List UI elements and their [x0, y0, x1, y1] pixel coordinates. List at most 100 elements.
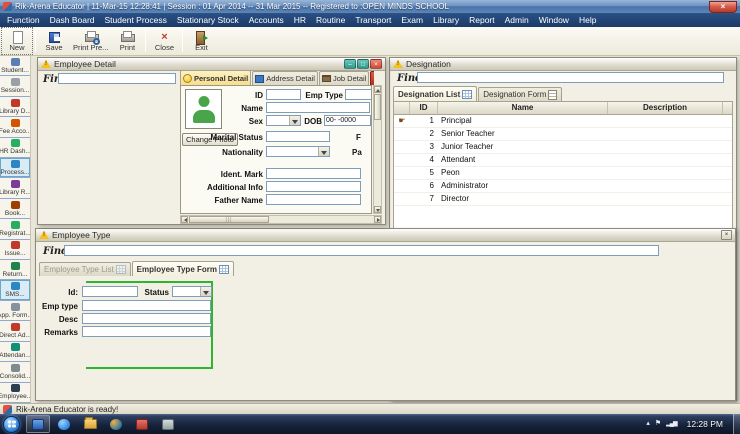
close-button[interactable]: × Close: [149, 28, 179, 54]
emp-type-input[interactable]: [345, 89, 372, 100]
sidebar-item-library-dashboard[interactable]: Library D...: [0, 97, 30, 117]
process-icon: [11, 160, 20, 168]
tab-designation-list[interactable]: Designation List: [393, 86, 477, 101]
find-input[interactable]: [417, 72, 724, 83]
marital-status-input[interactable]: [266, 131, 330, 142]
close-button[interactable]: ×: [721, 230, 732, 240]
tab-personal-detail[interactable]: Personal Detail: [180, 70, 251, 85]
minimize-button[interactable]: –: [344, 59, 356, 69]
menu-student-process[interactable]: Student Process: [100, 14, 172, 27]
tab-designation-form[interactable]: Designation Form: [478, 87, 562, 101]
menu-hr[interactable]: HR: [289, 14, 311, 27]
tab-employee-type-list[interactable]: Employee Type List: [39, 262, 131, 276]
sidebar-item-sms[interactable]: SMS...: [0, 280, 30, 300]
sidebar-item-hr-dashboard[interactable]: HR Dash...: [0, 138, 30, 158]
scroll-down-arrow[interactable]: [374, 206, 381, 213]
menu-library[interactable]: Library: [428, 14, 464, 27]
taskbar-app-media-player[interactable]: [104, 415, 128, 433]
desc-input[interactable]: [82, 313, 211, 324]
document-app-icon: [136, 419, 148, 430]
dob-input[interactable]: 00- -0000: [324, 115, 371, 126]
taskbar-app-browser[interactable]: [52, 415, 76, 433]
taskbar-app-educator[interactable]: [26, 415, 50, 433]
menu-help[interactable]: Help: [574, 14, 601, 27]
designation-titlebar[interactable]: Designation: [390, 58, 736, 71]
start-button[interactable]: [3, 416, 20, 433]
menu-report[interactable]: Report: [464, 14, 500, 27]
sidebar-item-fee-account[interactable]: Fee Acco...: [0, 117, 30, 137]
id-input[interactable]: [266, 89, 301, 100]
table-row[interactable]: 6 Administrator: [394, 180, 732, 193]
name-input[interactable]: [266, 102, 370, 113]
show-hidden-icons-arrow[interactable]: ▴: [646, 415, 650, 433]
menu-transport[interactable]: Transport: [350, 14, 396, 27]
taskbar-app-utility[interactable]: [156, 415, 180, 433]
scroll-thumb[interactable]: |||: [189, 216, 269, 223]
tab-job-detail[interactable]: Job Detail: [319, 71, 369, 85]
print-button[interactable]: Print: [112, 28, 142, 54]
tab-overflow-red[interactable]: [370, 71, 374, 85]
sidebar-item-employee[interactable]: Employee...: [0, 383, 30, 403]
sex-select[interactable]: [266, 115, 301, 126]
action-center-flag-icon[interactable]: ⚑: [655, 415, 661, 433]
find-input[interactable]: [64, 245, 659, 256]
tab-address-detail[interactable]: Address Detail: [252, 71, 318, 85]
menu-exam[interactable]: Exam: [396, 14, 428, 27]
save-button[interactable]: Save: [39, 28, 69, 54]
remarks-input[interactable]: [82, 326, 211, 337]
network-signal-icon[interactable]: ▂▄▆: [666, 415, 676, 433]
sidebar-item-library-report[interactable]: Library R...: [0, 178, 30, 198]
scroll-right-arrow[interactable]: [374, 216, 381, 223]
sidebar-item-student[interactable]: Student...: [0, 56, 30, 76]
table-row[interactable]: 2 Senior Teacher: [394, 128, 732, 141]
taskbar-clock[interactable]: 12:28 PM: [682, 419, 728, 429]
horizontal-scrollbar[interactable]: |||: [180, 215, 382, 224]
maximize-button[interactable]: □: [357, 59, 369, 69]
scroll-left-arrow[interactable]: [181, 216, 188, 223]
scroll-up-arrow[interactable]: [374, 86, 381, 93]
menu-stationary-stock[interactable]: Stationary Stock: [172, 14, 244, 27]
sidebar-item-registration[interactable]: Registrat...: [0, 219, 30, 239]
table-row[interactable]: 4 Attendant: [394, 154, 732, 167]
print-preview-button[interactable]: Print Pre...: [69, 28, 112, 54]
id-input[interactable]: [82, 286, 138, 297]
menu-accounts[interactable]: Accounts: [244, 14, 289, 27]
sidebar-item-issue[interactable]: Issue...: [0, 240, 30, 260]
menu-function[interactable]: Function: [2, 14, 45, 27]
vertical-scrollbar[interactable]: [373, 85, 382, 214]
employee-type-titlebar[interactable]: Employee Type ×: [36, 229, 735, 242]
sidebar-item-consolidated[interactable]: Consolid...: [0, 362, 30, 382]
sidebar-item-book[interactable]: Book...: [0, 199, 30, 219]
menu-dash-board[interactable]: Dash Board: [45, 14, 100, 27]
menu-window[interactable]: Window: [534, 14, 574, 27]
sidebar-item-session[interactable]: Session...: [0, 76, 30, 96]
exit-button[interactable]: Exit: [186, 28, 216, 54]
additional-info-input[interactable]: [266, 181, 361, 192]
status-select[interactable]: [172, 286, 212, 297]
table-row[interactable]: 3 Junior Teacher: [394, 141, 732, 154]
tab-employee-type-form[interactable]: Employee Type Form: [132, 261, 234, 276]
scroll-thumb[interactable]: [374, 94, 381, 120]
table-row[interactable]: 5 Peon: [394, 167, 732, 180]
app-titlebar[interactable]: Rik-Arena Educator | 11-Mar-15 12:28:41 …: [0, 0, 740, 14]
sidebar-item-process[interactable]: Process...: [0, 158, 30, 178]
nationality-select[interactable]: [266, 146, 330, 157]
app-close-button[interactable]: ×: [709, 1, 737, 13]
table-row[interactable]: ☛ 1 Principal: [394, 115, 732, 128]
menu-routine[interactable]: Routine: [311, 14, 350, 27]
show-desktop-button[interactable]: [733, 414, 740, 434]
taskbar-app-document[interactable]: [130, 415, 154, 433]
sidebar-item-attendance[interactable]: Attendan...: [0, 342, 30, 362]
ident-mark-input[interactable]: [266, 168, 361, 179]
father-name-input[interactable]: [266, 194, 361, 205]
sidebar-item-return[interactable]: Return...: [0, 260, 30, 280]
emp-type-input[interactable]: [82, 300, 211, 311]
taskbar-app-explorer[interactable]: [78, 415, 102, 433]
table-row[interactable]: 7 Director: [394, 193, 732, 206]
close-button[interactable]: ×: [370, 59, 382, 69]
new-button[interactable]: New: [2, 28, 32, 54]
find-input[interactable]: [58, 73, 176, 84]
sidebar-item-direct-admission[interactable]: Direct Ad...: [0, 321, 30, 341]
sidebar-item-app-form[interactable]: App. Form...: [0, 301, 30, 321]
menu-admin[interactable]: Admin: [500, 14, 534, 27]
